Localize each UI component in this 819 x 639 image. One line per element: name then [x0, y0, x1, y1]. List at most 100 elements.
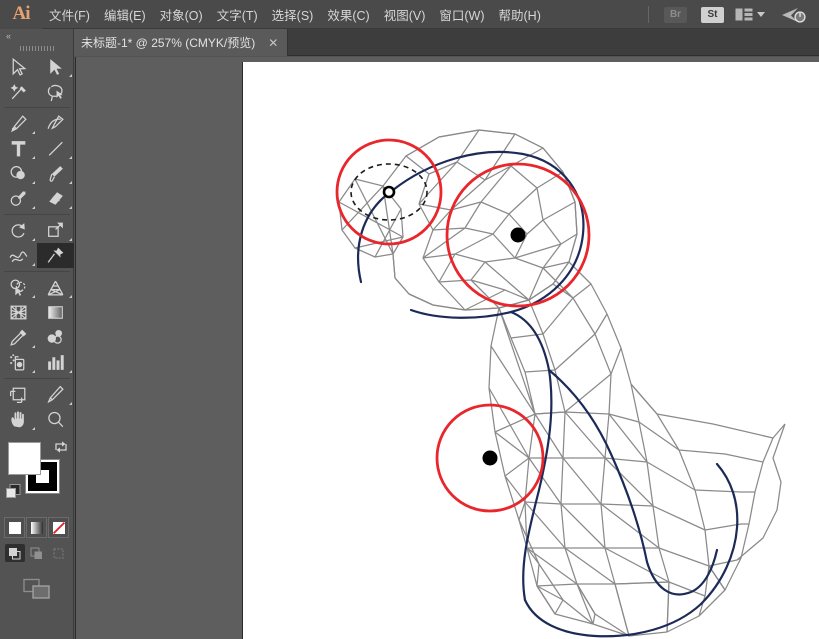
- menu-type[interactable]: 文字(T): [210, 0, 265, 29]
- draw-behind-icon: [30, 547, 43, 560]
- menu-object[interactable]: 对象(O): [153, 0, 210, 29]
- tool-flyout-indicator-icon: [32, 295, 35, 298]
- ellipse-tool[interactable]: [0, 161, 37, 186]
- shape-builder-icon: [8, 277, 29, 298]
- rotate-arrow-icon: [8, 220, 29, 241]
- menu-view[interactable]: 视图(V): [377, 0, 433, 29]
- draw-normal-mode[interactable]: [5, 544, 25, 562]
- default-colors-icon[interactable]: [6, 484, 21, 499]
- draw-inside-mode[interactable]: [49, 544, 69, 562]
- menu-file[interactable]: 文件(F): [42, 0, 97, 29]
- tool-group-navigate: [0, 382, 73, 432]
- tool-flyout-indicator-icon: [32, 427, 35, 430]
- drawing-mode-buttons: [0, 544, 73, 562]
- blend-shapes-icon: [45, 327, 66, 348]
- paintbrush-tool[interactable]: [37, 161, 74, 186]
- scale-tool[interactable]: [37, 218, 74, 243]
- stock-button[interactable]: St: [701, 7, 724, 23]
- line-segment-tool[interactable]: [37, 136, 74, 161]
- zoom-tool[interactable]: [37, 407, 74, 432]
- arrow-solid-icon: [8, 56, 29, 77]
- pin-handle-filled[interactable]: [511, 228, 526, 243]
- tool-divider: [4, 107, 70, 108]
- tool-group-selection: [0, 54, 73, 104]
- pin-handle-hollow[interactable]: [384, 187, 394, 197]
- draw-behind-mode[interactable]: [27, 544, 47, 562]
- magic-wand-icon: [8, 81, 29, 102]
- close-icon[interactable]: ✕: [268, 37, 278, 49]
- pasteboard[interactable]: [75, 57, 819, 639]
- mesh-tool[interactable]: [0, 300, 37, 325]
- fill-swatch[interactable]: [8, 442, 41, 475]
- paint-mode-color[interactable]: [4, 517, 25, 538]
- puppet-warp-tool[interactable]: [37, 243, 74, 268]
- tool-flyout-indicator-icon: [69, 206, 72, 209]
- pushpin-icon: [45, 245, 66, 266]
- type-tool[interactable]: [0, 136, 37, 161]
- rotate-tool[interactable]: [0, 218, 37, 243]
- menu-bar: Ai 文件(F)编辑(E)对象(O)文字(T)选择(S)效果(C)视图(V)窗口…: [0, 0, 819, 29]
- direct-selection-tool[interactable]: [37, 54, 74, 79]
- perspective-grid-tool[interactable]: [37, 275, 74, 300]
- width-tool[interactable]: [0, 243, 37, 268]
- paintbrush-icon: [45, 163, 66, 184]
- menu-edit[interactable]: 编辑(E): [97, 0, 153, 29]
- artboard-icon: [8, 384, 29, 405]
- paint-style-buttons: [0, 517, 73, 538]
- solid-color-icon: [8, 521, 22, 535]
- selection-tool[interactable]: [0, 54, 37, 79]
- type-t-icon: [8, 138, 29, 159]
- symbol-sprayer-icon: [8, 352, 29, 373]
- puppet-warp-mesh-artwork[interactable]: [243, 62, 819, 639]
- eyedropper-tool[interactable]: [0, 325, 37, 350]
- paint-mode-none[interactable]: [48, 517, 69, 538]
- tool-divider: [4, 214, 70, 215]
- eraser-tool[interactable]: [37, 186, 74, 211]
- puppet-pin-neck[interactable]: [447, 164, 589, 306]
- shaper-pencil-tool[interactable]: [0, 186, 37, 211]
- collapse-panel-button[interactable]: «: [0, 29, 73, 43]
- slice-tool[interactable]: [37, 382, 74, 407]
- curvature-tool[interactable]: [37, 111, 74, 136]
- menu-effect[interactable]: 效果(C): [320, 0, 376, 29]
- gradient-tool[interactable]: [37, 300, 74, 325]
- symbol-sprayer-tool[interactable]: [0, 350, 37, 375]
- panel-grip[interactable]: [0, 43, 73, 54]
- knife-slice-icon: [45, 384, 66, 405]
- search-power-button[interactable]: [781, 6, 807, 24]
- tool-flyout-indicator-icon: [32, 181, 35, 184]
- lasso-tool[interactable]: [37, 79, 74, 104]
- menu-items: 文件(F)编辑(E)对象(O)文字(T)选择(S)效果(C)视图(V)窗口(W)…: [42, 0, 548, 29]
- swap-fill-stroke-icon[interactable]: [54, 440, 68, 454]
- magnifier-icon: [45, 409, 66, 430]
- tool-flyout-indicator-icon: [69, 74, 72, 77]
- workspace-switcher[interactable]: [735, 8, 765, 21]
- none-slash-icon: [52, 521, 66, 535]
- shape-builder-tool[interactable]: [0, 275, 37, 300]
- blend-tool[interactable]: [37, 325, 74, 350]
- bridge-button[interactable]: Br: [664, 7, 687, 23]
- artboard-tool[interactable]: [0, 382, 37, 407]
- pin-handle-filled[interactable]: [483, 451, 498, 466]
- menu-help[interactable]: 帮助(H): [492, 0, 548, 29]
- menu-select[interactable]: 选择(S): [265, 0, 321, 29]
- paint-mode-gradient[interactable]: [26, 517, 47, 538]
- document-tab[interactable]: 未标题-1* @ 257% (CMYK/预览) ✕: [68, 29, 288, 56]
- scale-square-icon: [45, 220, 66, 241]
- arrow-filled-icon: [45, 56, 66, 77]
- tool-divider: [4, 378, 70, 379]
- puppet-pin-body[interactable]: [437, 405, 543, 511]
- tool-flyout-indicator-icon: [69, 370, 72, 373]
- menubar-right-controls: Br St: [640, 0, 815, 29]
- magic-wand-tool[interactable]: [0, 79, 37, 104]
- lasso-icon: [45, 81, 66, 102]
- document-tab-title: 未标题-1* @ 257% (CMYK/预览): [81, 34, 255, 51]
- artboard-canvas[interactable]: [242, 62, 819, 639]
- column-graph-tool[interactable]: [37, 350, 74, 375]
- hand-tool[interactable]: [0, 407, 37, 432]
- menu-window[interactable]: 窗口(W): [432, 0, 491, 29]
- pen-tool[interactable]: [0, 111, 37, 136]
- tools-panel: «: [0, 29, 74, 639]
- screen-mode-button[interactable]: [0, 578, 73, 600]
- line-diagonal-icon: [45, 138, 66, 159]
